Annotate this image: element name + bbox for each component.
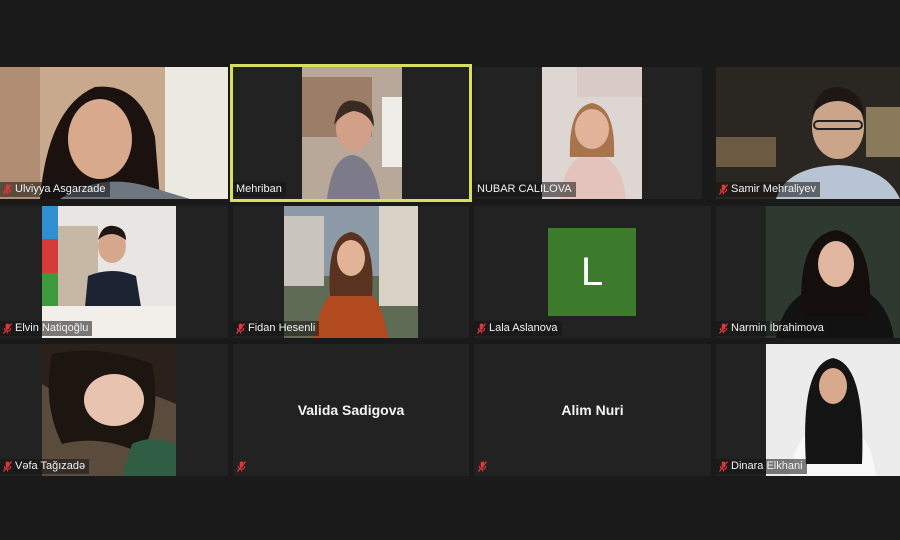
participant-name: Fidan Hesenli bbox=[248, 322, 316, 334]
participant-tile[interactable]: Vəfa Tağızadə bbox=[0, 344, 228, 476]
avatar-letter: L bbox=[580, 249, 604, 294]
participant-name: Lala Aslanova bbox=[489, 322, 558, 334]
participant-name-label: Vəfa Tağızadə bbox=[0, 459, 90, 474]
participant-video bbox=[42, 344, 176, 476]
participant-video bbox=[542, 67, 642, 199]
participant-name-label: Narmin İbrahimova bbox=[716, 321, 828, 336]
participant-tile-active-speaker[interactable]: Mehriban bbox=[230, 64, 472, 202]
participant-video bbox=[284, 206, 418, 338]
participant-avatar: L bbox=[548, 228, 636, 316]
muted-mic-icon bbox=[3, 323, 12, 334]
participant-name: Ulviyya Asgarzade bbox=[15, 183, 106, 195]
participant-video bbox=[0, 67, 228, 199]
muted-mic-icon bbox=[478, 461, 487, 472]
participant-name-label: NUBAR CALILOVA bbox=[474, 182, 576, 197]
participant-name: NUBAR CALILOVA bbox=[477, 183, 572, 195]
participant-tile[interactable]: Narmin İbrahimova bbox=[716, 206, 900, 338]
participant-tile[interactable]: Fidan Hesenli bbox=[233, 206, 469, 338]
muted-mic-icon bbox=[3, 461, 12, 472]
participant-name-label: Elvin Natiqoğlu bbox=[0, 321, 93, 336]
muted-mic-icon bbox=[236, 323, 245, 334]
participant-video bbox=[766, 206, 900, 338]
participant-name-label: Ulviyya Asgarzade bbox=[0, 182, 110, 197]
participant-name: Samir Mehraliyev bbox=[731, 183, 816, 195]
muted-mic-icon bbox=[3, 184, 12, 195]
participant-name-label: Samir Mehraliyev bbox=[716, 182, 820, 197]
participant-tile[interactable]: Samir Mehraliyev bbox=[716, 67, 900, 199]
participant-tile[interactable]: NUBAR CALILOVA bbox=[474, 67, 702, 199]
participant-name: Elvin Natiqoğlu bbox=[15, 322, 89, 334]
participant-name: Dinara Elkhani bbox=[731, 460, 803, 472]
participant-name-label: Lala Aslanova bbox=[474, 321, 562, 336]
participant-name-centered: Valida Sadigova bbox=[297, 402, 405, 418]
muted-mic-icon bbox=[719, 184, 728, 195]
video-grid: Ulviyya Asgarzade Mehriban NUBAR CALILOV… bbox=[0, 64, 900, 477]
participant-name: Vəfa Tağızadə bbox=[15, 460, 86, 472]
participant-tile[interactable]: L Lala Aslanova bbox=[474, 206, 711, 338]
participant-tile[interactable]: Alim Nuri bbox=[474, 344, 711, 476]
participant-video bbox=[716, 67, 900, 199]
participant-name-label: Fidan Hesenli bbox=[233, 321, 320, 336]
participant-tile[interactable]: Elvin Natiqoğlu bbox=[0, 206, 228, 338]
participant-name-centered: Alim Nuri bbox=[561, 402, 624, 418]
participant-tile[interactable]: Ulviyya Asgarzade bbox=[0, 67, 228, 199]
muted-mic-icon bbox=[237, 461, 246, 472]
participant-video bbox=[302, 67, 402, 199]
participant-name: Narmin İbrahimova bbox=[731, 322, 824, 334]
muted-mic-icon bbox=[477, 323, 486, 334]
participant-video bbox=[766, 344, 900, 476]
participant-tile[interactable]: Dinara Elkhani bbox=[716, 344, 900, 476]
participant-name-label: Dinara Elkhani bbox=[716, 459, 807, 474]
participant-name-label: Mehriban bbox=[233, 182, 286, 197]
participant-name: Mehriban bbox=[236, 183, 282, 195]
muted-mic-icon bbox=[719, 323, 728, 334]
participant-video bbox=[42, 206, 176, 338]
participant-tile[interactable]: Valida Sadigova bbox=[233, 344, 469, 476]
muted-mic-icon bbox=[719, 461, 728, 472]
